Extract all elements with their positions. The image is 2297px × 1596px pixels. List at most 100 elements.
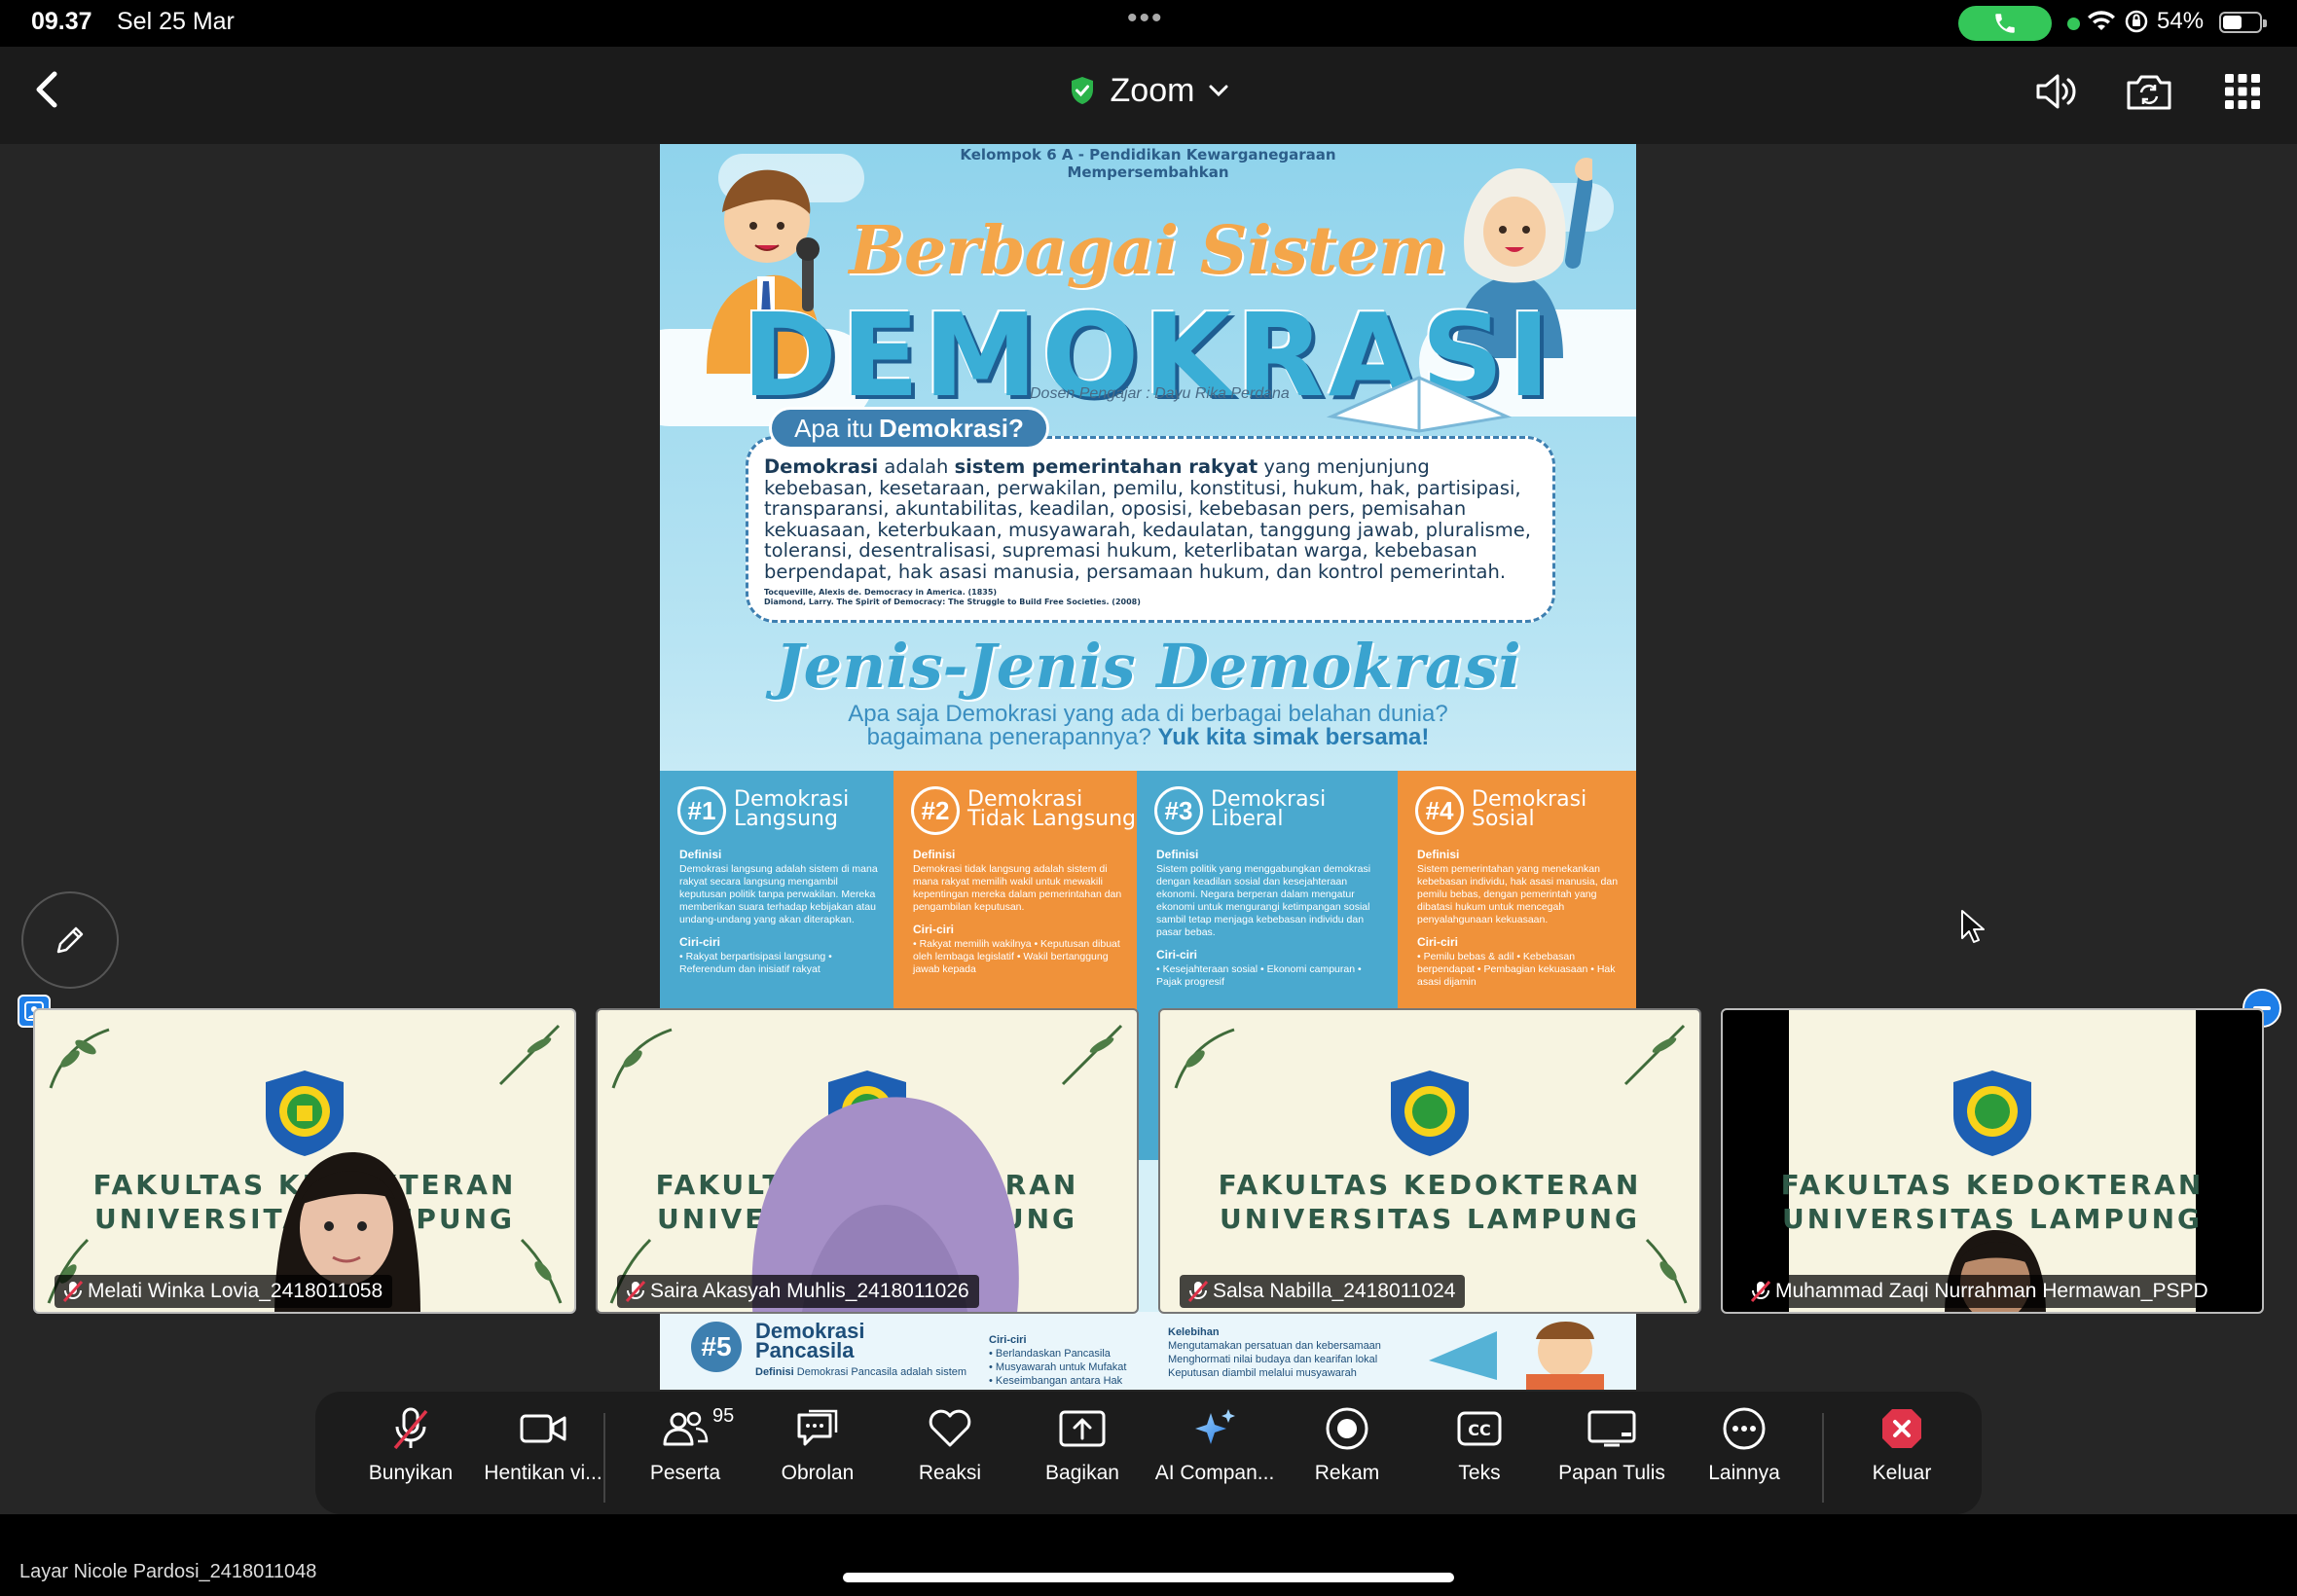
participant-name-label: Salsa Nabilla_2418011024 <box>1180 1275 1466 1308</box>
grid-icon <box>2225 74 2260 109</box>
nav-bar: Zoom <box>0 47 2297 144</box>
stop-video-button[interactable]: Hentikan vi... <box>477 1401 609 1508</box>
more-icon <box>1723 1407 1766 1450</box>
bottom-kelebihan: Kelebihan Mengutamakan persatuan dan keb… <box>1168 1326 1381 1379</box>
reactions-label: Reaksi <box>918 1462 982 1484</box>
share-label: Bagikan <box>1045 1462 1119 1484</box>
back-icon <box>36 71 57 108</box>
leave-icon <box>1882 1409 1921 1448</box>
ai-companion-button[interactable]: AI Compan... <box>1148 1401 1281 1508</box>
leave-label: Keluar <box>1872 1462 1932 1484</box>
def-bold-1: Demokrasi <box>764 455 879 478</box>
whiteboard-label: Papan Tulis <box>1558 1462 1665 1484</box>
reactions-button[interactable]: Reaksi <box>884 1401 1016 1508</box>
column-title: Demokrasi Liberal <box>1211 787 1327 831</box>
university-logo <box>1953 1070 2031 1156</box>
def-bold-2: sistem pemerintahan rakyat <box>954 455 1258 478</box>
record-button[interactable]: Rekam <box>1281 1401 1413 1508</box>
ref-2: Diamond, Larry. The Spirit of Democracy:… <box>764 598 1141 606</box>
participant-name: Melati Winka Lovia_2418011058 <box>88 1280 383 1302</box>
mouse-cursor-icon <box>1961 910 1985 943</box>
unmute-button[interactable]: Bunyikan <box>345 1401 477 1508</box>
column-body: Definisi Sistem pemerintahan yang menekan… <box>1417 848 1619 989</box>
column-title: Demokrasi Sosial <box>1472 787 1587 831</box>
record-icon <box>1326 1407 1368 1450</box>
tile-background-text: FAKULTAS KEDOKTERANUNIVERSITAS LAMPUNG <box>1218 1169 1642 1235</box>
participants-label: Peserta <box>649 1462 721 1484</box>
wifi-icon <box>2088 11 2115 30</box>
home-indicator[interactable] <box>843 1573 1454 1582</box>
video-camera-icon <box>520 1414 566 1443</box>
stop-video-label: Hentikan vi... <box>484 1462 602 1484</box>
screen-sharer-label: Layar Nicole Pardosi_2418011048 <box>19 1561 317 1582</box>
video-tile[interactable]: FAKULTAS KEDOKTERANUNIVERSITAS LAMPUNG S… <box>1158 1008 1701 1314</box>
chat-button[interactable]: Obrolan <box>751 1401 884 1508</box>
mic-muted-icon <box>1187 1280 1209 1303</box>
def-references: Tocqueville, Alexis de. Democracy in Ame… <box>764 588 1537 607</box>
active-call-pill[interactable] <box>1958 6 2052 41</box>
column-num: #2 <box>911 786 960 835</box>
jenis-q2: bagaimana penerapannya? <box>866 724 1151 750</box>
record-label: Rekam <box>1314 1462 1380 1484</box>
rotation-lock-icon <box>2125 10 2148 33</box>
back-button[interactable] <box>27 60 66 119</box>
def-badge-prefix: Apa itu <box>794 413 874 443</box>
leaf-decoration <box>1623 1024 1686 1086</box>
leaf-decoration <box>1174 1028 1235 1089</box>
poster-bottom-panel: #5 Demokrasi Pancasila Definisi Demokrasi… <box>660 1312 1636 1390</box>
mic-muted-icon <box>62 1280 84 1303</box>
definition-badge: Apa itu Demokrasi? <box>769 407 1049 450</box>
video-tile[interactable]: FAKULTAS KEDOKTERANUNIVERSITAS LAMPUNG M… <box>1721 1008 2264 1314</box>
meeting-title-dropdown[interactable]: Zoom <box>954 66 1343 115</box>
unmute-label: Bunyikan <box>368 1462 454 1484</box>
jenis-q1: Apa saja Demokrasi yang ada di berbagai … <box>848 701 1448 727</box>
chat-label: Obrolan <box>781 1462 855 1484</box>
whiteboard-button[interactable]: Papan Tulis <box>1546 1401 1678 1508</box>
video-tile[interactable]: FAKULTAS KEDOKTERANUNIVERSITAS LAMPUNG M… <box>33 1008 576 1314</box>
captions-label: Teks <box>1458 1462 1501 1484</box>
bottom-def: Definisi Demokrasi Pancasila adalah sist… <box>755 1366 967 1378</box>
heart-icon <box>929 1409 971 1447</box>
speaker-button[interactable] <box>2024 60 2087 123</box>
captions-button[interactable]: CC Teks <box>1413 1401 1546 1508</box>
switch-camera-button[interactable] <box>2118 60 2180 123</box>
bottom-num: #5 <box>691 1322 742 1372</box>
chevron-down-icon <box>1209 85 1228 97</box>
column-num: #1 <box>677 786 726 835</box>
bottom-ciri: Ciri-ciri • Berlandaskan Pancasila • Musy… <box>989 1334 1127 1387</box>
participant-name: Saira Akasyah Muhlis_2418011026 <box>650 1280 969 1302</box>
ref-1: Tocqueville, Alexis de. Democracy in Ame… <box>764 588 998 597</box>
participant-name: Salsa Nabilla_2418011024 <box>1213 1280 1456 1302</box>
status-bar: 09.37 Sel 25 Mar ••• 54% <box>0 0 2297 47</box>
leaf-decoration <box>1061 1024 1123 1086</box>
university-logo <box>1391 1070 1469 1156</box>
column-body: Definisi Demokrasi langsung adalah sistem… <box>679 848 878 976</box>
status-date: Sel 25 Mar <box>117 8 235 35</box>
multitask-dots-icon[interactable]: ••• <box>1127 2 1164 35</box>
poster-subtitle: Berbagai Sistem <box>849 212 1447 290</box>
battery-percent: 54% <box>2157 8 2205 34</box>
participants-icon <box>663 1411 709 1446</box>
speaker-icon <box>2036 74 2076 109</box>
leave-button[interactable]: Keluar <box>1836 1401 1968 1508</box>
video-tile[interactable]: FAKULTAS KEDOKTERANUNIVERSITAS LAMPUNG S… <box>596 1008 1139 1314</box>
column-title: Demokrasi Tidak Langsung <box>967 787 1137 831</box>
definition-box: Demokrasi adalah sistem pemerintahan rak… <box>746 436 1555 623</box>
participant-name-label: Muhammad Zaqi Nurrahman Hermawan_PSPD <box>1742 1275 2218 1308</box>
closed-captions-icon: CC <box>1457 1411 1502 1446</box>
jenis-q2-bold: Yuk kita simak bersama! <box>1157 724 1430 750</box>
mic-muted-icon <box>393 1407 428 1450</box>
more-button[interactable]: Lainnya <box>1678 1401 1810 1508</box>
mic-muted-icon <box>625 1280 646 1303</box>
column-title: Demokrasi Langsung <box>734 787 850 831</box>
apps-grid-button[interactable] <box>2211 60 2274 123</box>
column-num: #3 <box>1154 786 1203 835</box>
share-button[interactable]: Bagikan <box>1016 1401 1148 1508</box>
mic-muted-icon <box>1750 1280 1771 1303</box>
leaf-decoration <box>49 1028 110 1089</box>
svg-text:CC: CC <box>1468 1421 1490 1439</box>
battery-fill <box>2223 16 2242 29</box>
annotate-button[interactable] <box>21 891 119 989</box>
leaf-decoration <box>1645 1238 1688 1304</box>
bottom-bar: Layar Nicole Pardosi_2418011048 <box>0 1514 2297 1596</box>
